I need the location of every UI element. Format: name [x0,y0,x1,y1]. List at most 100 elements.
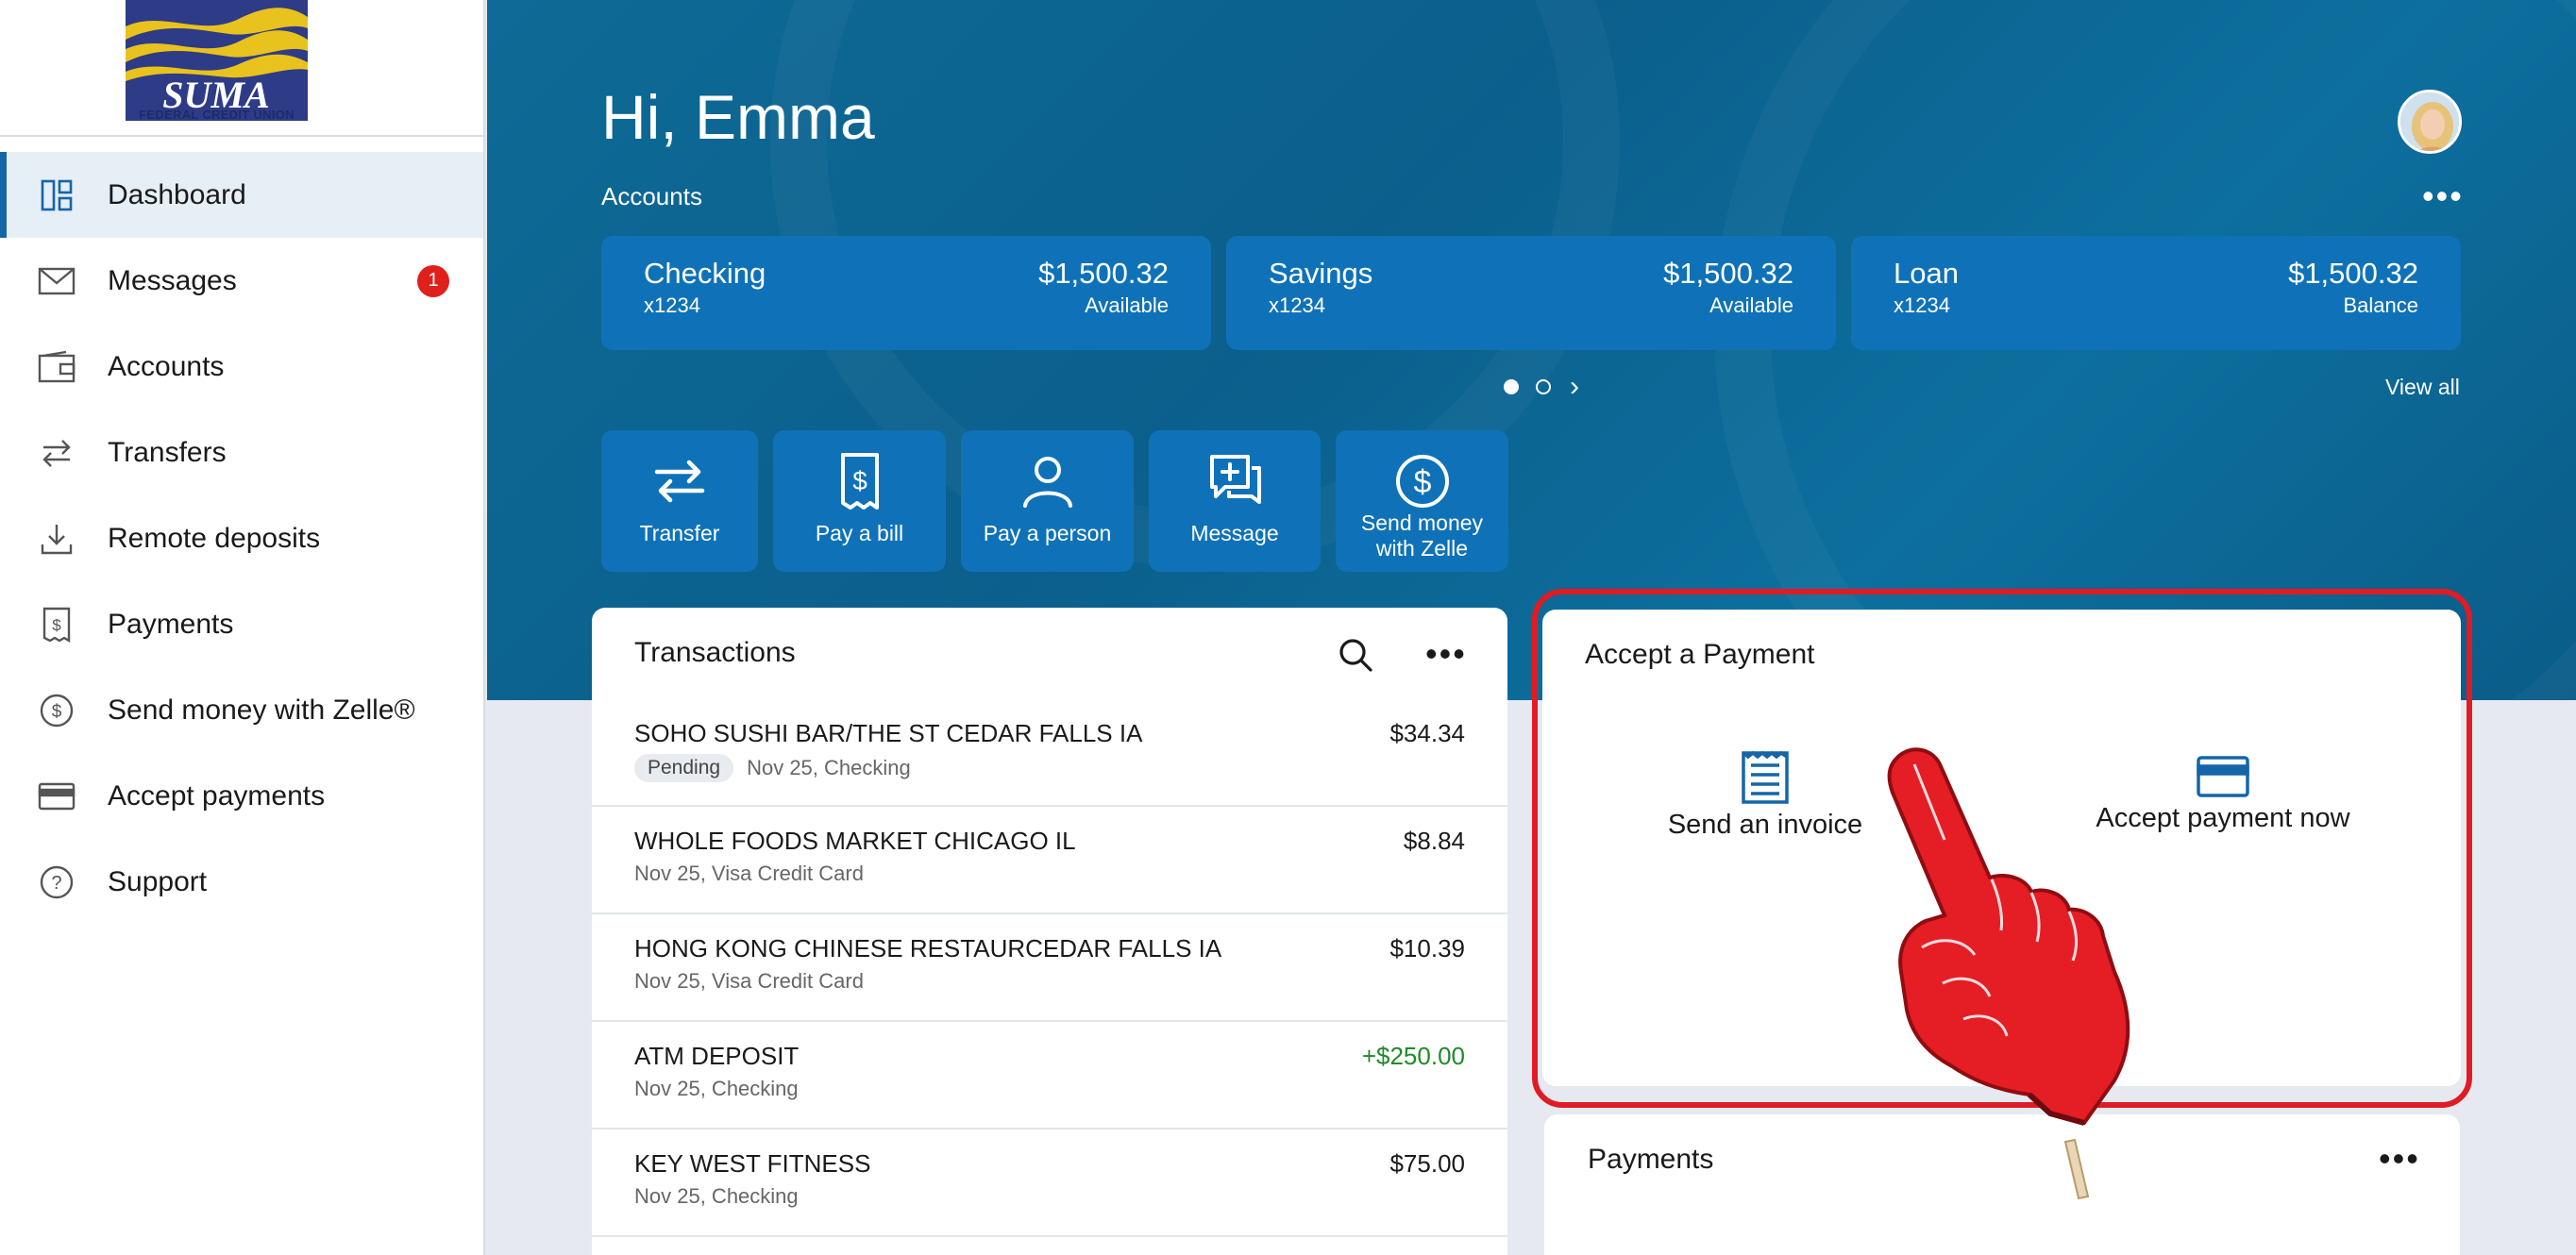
account-name: Savings [1269,257,1373,290]
action-label: Send money with Zelle [1336,510,1508,561]
transfer-action-button[interactable]: Transfer [601,430,758,572]
transaction-amount: $8.84 [1403,827,1465,855]
message-action-button[interactable]: Message [1149,430,1321,572]
invoice-icon [1742,750,1789,804]
person-icon [1022,457,1072,508]
sidebar: SUMA FEDERAL CREDIT UNION Dashboard Mess… [0,0,485,1255]
ellipsis-icon[interactable]: ••• [2422,179,2464,213]
transaction-amount: $10.39 [1389,934,1465,962]
sidebar-item-label: Support [108,865,208,897]
svg-text:$: $ [52,616,61,634]
suma-logo: SUMA [126,0,308,121]
send-invoice-label: Send an invoice [1667,810,1863,840]
sidebar-item-transfers[interactable]: Transfers [0,410,483,495]
carousel-dot-1[interactable] [1504,379,1519,394]
messages-count-badge: 1 [417,264,449,297]
sidebar-item-label: Accounts [108,350,225,382]
table-row[interactable]: SOHO SUSHI BAR/THE ST CEDAR FALLS IA Pen… [592,700,1507,807]
sidebar-item-accounts[interactable]: Accounts [0,324,483,410]
accounts-section-label: Accounts [601,182,702,210]
payments-title: Payments [1588,1144,1714,1175]
svg-text:?: ? [51,873,61,894]
action-label: Transfer [639,521,720,545]
message-plus-icon [1210,455,1261,504]
transaction-amount: $75.00 [1389,1149,1465,1178]
transaction-name: ATM DEPOSIT [634,1042,800,1070]
account-number: x1234 [1894,293,1950,317]
transaction-date-account: Nov 25, Checking [747,756,911,779]
payments-card [1544,1114,2460,1255]
account-amount: $1,500.32 [1663,257,1793,290]
account-number: x1234 [1269,293,1325,317]
svg-text:$: $ [1413,464,1431,500]
sidebar-item-label: Dashboard [108,178,246,210]
page-title: Hi, Emma [601,82,875,152]
account-amount-label: Available [1085,293,1169,317]
search-icon[interactable] [1337,636,1374,674]
pay-bill-action-button[interactable]: $ Pay a bill [773,430,946,572]
logo-subtext: FEDERAL CREDIT UNION [139,108,295,122]
accept-payment-title: Accept a Payment [1585,639,1815,670]
accept-payment-now-label: Accept payment now [2096,803,2350,833]
action-label: Pay a person [983,521,1112,545]
logo-area: SUMA FEDERAL CREDIT UNION [0,0,483,137]
account-amount-label: Available [1709,293,1793,317]
transaction-name: WHOLE FOODS MARKET CHICAGO IL [634,827,1076,855]
sidebar-item-accept-payments[interactable]: Accept payments [0,753,483,839]
sidebar-item-label: Payments [108,608,234,640]
svg-text:$: $ [852,466,867,495]
ellipsis-icon[interactable]: ••• [1425,637,1467,671]
account-name: Checking [644,257,766,290]
account-card-loan[interactable]: Loan x1234 $1,500.32 Balance [1851,236,2461,350]
sidebar-item-zelle[interactable]: $ Send money with Zelle® [0,667,483,753]
account-card-checking[interactable]: Checking x1234 $1,500.32 Available [601,236,1211,350]
transaction-date-account: Nov 25, Visa Credit Card [634,862,864,885]
table-row[interactable]: KEY WEST FITNESS Nov 25, Checking $75.00 [592,1130,1507,1237]
carousel-dot-2[interactable] [1536,379,1551,394]
sidebar-item-label: Transfers [108,436,227,468]
transaction-name: HONG KONG CHINESE RESTAURCEDAR FALLS IA [634,934,1222,962]
accept-payment-card [1542,610,2461,1086]
dollar-circle-icon: $ [38,692,76,729]
sidebar-item-support[interactable]: ? Support [0,839,483,925]
sidebar-nav: Dashboard Messages 1 Accounts Transfers [0,152,483,925]
wallet-icon [38,348,76,386]
sidebar-item-dashboard[interactable]: Dashboard [0,152,483,238]
status-badge: Pending [634,754,734,782]
pay-person-action-button[interactable]: Pay a person [961,430,1134,572]
account-amount: $1,500.32 [1038,257,1169,290]
sidebar-item-label: Send money with Zelle® [108,694,415,726]
table-row[interactable]: ATM DEPOSIT Nov 25, Checking +$250.00 [592,1023,1507,1130]
action-label-line-1: Send money [1360,510,1484,535]
avatar[interactable] [2398,90,2462,154]
account-card-savings[interactable]: Savings x1234 $1,500.32 Available [1226,236,1836,350]
sidebar-item-label: Accept payments [108,779,326,812]
transaction-name: SOHO SUSHI BAR/THE ST CEDAR FALLS IA [634,719,1143,747]
view-all-link[interactable]: View all [2385,375,2460,400]
send-zelle-action-button[interactable]: $ Send money with Zelle [1336,430,1508,572]
sidebar-item-label: Messages [108,264,237,296]
transaction-meta: Pending Nov 25, Checking [634,754,911,782]
ellipsis-icon[interactable]: ••• [2379,1142,2420,1176]
credit-card-icon [38,778,76,815]
dollar-circle-icon: $ [1395,455,1449,508]
send-invoice-button[interactable]: Send an invoice [1657,750,1874,841]
download-tray-icon [38,520,76,558]
transactions-title: Transactions [634,637,796,668]
chevron-right-icon[interactable]: › [1570,373,1579,401]
envelope-icon [38,262,76,300]
accept-payment-now-button[interactable]: Accept payment now [2077,755,2369,834]
action-label: Message [1190,521,1279,545]
dashboard-icon [38,176,76,214]
action-label-line-2: with Zelle [1375,536,1469,561]
table-row[interactable]: WHOLE FOODS MARKET CHICAGO IL Nov 25, Vi… [592,808,1507,914]
account-name: Loan [1894,257,1959,290]
sidebar-item-messages[interactable]: Messages 1 [0,238,483,324]
carousel-pager: › [1504,373,1579,401]
transaction-date-account: Nov 25, Visa Credit Card [634,969,864,993]
table-row[interactable]: HONG KONG CHINESE RESTAURCEDAR FALLS IA … [592,915,1507,1022]
svg-text:$: $ [52,702,62,722]
sidebar-item-payments[interactable]: $ Payments [0,581,483,667]
sidebar-item-remote-deposits[interactable]: Remote deposits [0,495,483,581]
transaction-amount: $34.34 [1389,719,1465,747]
